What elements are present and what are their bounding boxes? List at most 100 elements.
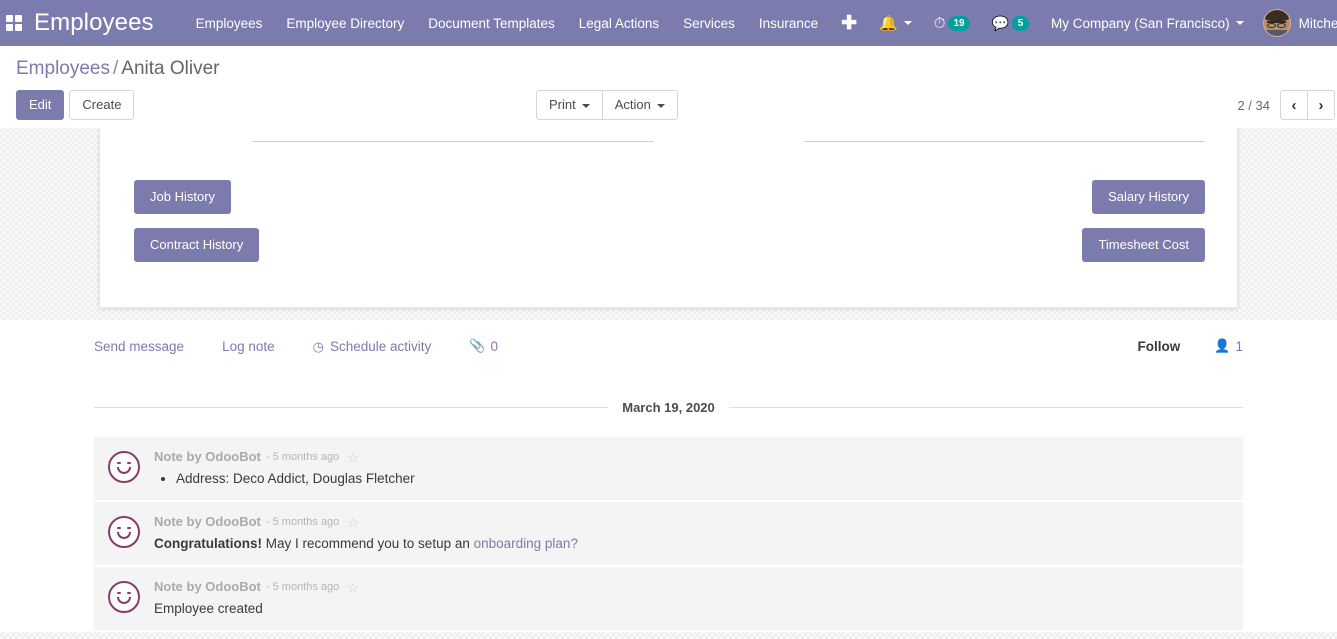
notifications-button[interactable]: 🔔	[868, 0, 923, 46]
follow-button[interactable]: Follow	[1138, 339, 1181, 354]
job-history-button[interactable]: Job History	[134, 180, 232, 214]
schedule-activity-label: Schedule activity	[329, 338, 432, 354]
bell-icon: 🔔	[879, 14, 898, 32]
message-timestamp: - 5 months ago	[265, 451, 340, 463]
followers-count-button[interactable]: 👤 1	[1214, 338, 1243, 354]
odoobot-smiley-avatar	[108, 581, 140, 613]
create-button[interactable]: Create	[69, 90, 135, 120]
avatar	[1262, 9, 1291, 37]
chevron-down-icon	[903, 21, 912, 25]
star-outline-icon[interactable]: ☆	[347, 451, 359, 464]
message-content: Congratulations! May I recommend you to …	[154, 534, 1229, 553]
clipped-field-left-input[interactable]	[252, 132, 654, 142]
star-outline-icon[interactable]: ☆	[347, 581, 359, 594]
salary-history-button[interactable]: Salary History	[1092, 180, 1205, 214]
pager-value: 2 / 34	[1237, 97, 1270, 113]
control-panel: Employees / Anita Oliver Edit Create Print…	[0, 46, 1337, 128]
message-bullet-item: Address: Deco Addict, Douglas Fletcher	[176, 469, 1229, 488]
control-panel-buttons-row: Edit Create Print Action 2 / 34 ‹ ›	[16, 90, 1335, 120]
user-icon: 👤	[1214, 338, 1231, 353]
message-list: Note by OdooBot - 5 months ago ☆ Address…	[94, 437, 1243, 632]
odoobot-smiley-avatar	[108, 451, 140, 483]
content-area: Job History Salary History Contract Hist…	[0, 128, 1337, 632]
action-label: Action	[614, 97, 651, 112]
message-timestamp: - 5 months ago	[265, 581, 340, 593]
message-timestamp: - 5 months ago	[265, 516, 340, 528]
breadcrumb-separator: /	[113, 58, 119, 79]
record-actions-group: Print Action	[536, 90, 678, 120]
app-brand-title: Employees	[34, 9, 154, 36]
message-content: Address: Deco Addict, Douglas Fletcher	[154, 469, 1229, 488]
message-author: Note by OdooBot	[154, 579, 261, 594]
date-separator: March 19, 2020	[94, 400, 1244, 415]
chevron-down-icon	[656, 103, 665, 108]
menu-item-employees[interactable]: Employees	[184, 10, 275, 37]
timesheet-cost-button[interactable]: Timesheet Cost	[1082, 228, 1205, 262]
list-item: Note by OdooBot - 5 months ago ☆ Employe…	[94, 567, 1243, 632]
clock-icon: ◷	[312, 338, 324, 354]
action-dropdown-button[interactable]: Action	[601, 90, 678, 120]
edit-button[interactable]: Edit	[16, 90, 65, 120]
chevron-down-icon	[581, 103, 590, 108]
breadcrumb-current: Anita Oliver	[121, 58, 220, 79]
message-content: Employee created	[154, 601, 263, 616]
smart-buttons-container: Job History Salary History Contract Hist…	[132, 180, 1205, 262]
apps-grid-icon[interactable]	[6, 15, 22, 31]
star-outline-icon[interactable]: ☆	[347, 516, 359, 529]
plus-icon: ✚	[841, 12, 858, 34]
user-menu[interactable]: Mitchell Admin	[1255, 0, 1337, 46]
message-author: Note by OdooBot	[154, 514, 261, 529]
log-note-button[interactable]: Log note	[222, 339, 275, 354]
clipped-field-right-label	[684, 132, 804, 142]
menu-item-legal-actions[interactable]: Legal Actions	[567, 10, 671, 37]
menu-item-insurance[interactable]: Insurance	[747, 10, 830, 37]
messaging-button[interactable]: 💬 5	[981, 0, 1040, 46]
breadcrumb-root[interactable]: Employees	[16, 58, 110, 79]
clipped-field-left-label	[132, 132, 252, 142]
attachment-count: 0	[490, 338, 498, 354]
message-plain-text: May I recommend you to setup an	[262, 536, 474, 551]
chat-bubble-icon: 💬	[991, 15, 1010, 31]
menu-item-employee-directory[interactable]: Employee Directory	[274, 10, 416, 37]
message-body: Note by OdooBot - 5 months ago ☆ Congrat…	[154, 514, 1229, 553]
schedule-activity-button[interactable]: ◷ Schedule activity	[313, 339, 432, 354]
company-switcher[interactable]: My Company (San Francisco)	[1040, 0, 1255, 46]
list-item: Note by OdooBot - 5 months ago ☆ Address…	[94, 437, 1243, 502]
menu-item-services[interactable]: Services	[671, 10, 747, 37]
message-bold-text: Congratulations!	[154, 536, 262, 551]
print-action-button-group: Print Action	[536, 90, 678, 120]
onboarding-plan-link[interactable]: onboarding plan?	[474, 536, 578, 551]
print-dropdown-button[interactable]: Print	[536, 90, 603, 120]
main-menu: Employees Employee Directory Document Te…	[184, 10, 831, 37]
print-label: Print	[549, 97, 576, 112]
record-pager: 2 / 34 ‹ ›	[1237, 90, 1335, 120]
clipped-field-right-input[interactable]	[803, 132, 1205, 142]
smart-button-row: Contract History Timesheet Cost	[132, 228, 1205, 262]
pager-previous-button[interactable]: ‹	[1280, 90, 1308, 120]
message-author: Note by OdooBot	[154, 449, 261, 464]
chatter-toolbar: Send message Log note ◷ Schedule activit…	[94, 320, 1243, 372]
contract-history-button[interactable]: Contract History	[134, 228, 260, 262]
message-header: Note by OdooBot - 5 months ago ☆	[154, 449, 1229, 465]
message-bullet-list: Address: Deco Addict, Douglas Fletcher	[154, 469, 1229, 488]
user-name-label: Mitchell Admin	[1298, 15, 1337, 31]
chatter: Send message Log note ◷ Schedule activit…	[0, 320, 1337, 632]
pager-next-button[interactable]: ›	[1307, 90, 1335, 120]
date-separator-label: March 19, 2020	[622, 400, 715, 415]
smart-button-row: Job History Salary History	[132, 180, 1205, 214]
message-body: Note by OdooBot - 5 months ago ☆ Employe…	[154, 579, 1229, 618]
menu-item-document-templates[interactable]: Document Templates	[416, 10, 567, 37]
quick-create-button[interactable]: ✚	[830, 0, 868, 46]
breadcrumb: Employees / Anita Oliver	[16, 56, 1321, 82]
attachments-button[interactable]: 📎 0	[469, 338, 498, 354]
chevron-down-icon	[1235, 21, 1244, 25]
clipped-field-left	[132, 128, 654, 142]
message-body: Note by OdooBot - 5 months ago ☆ Address…	[154, 449, 1229, 488]
apps-grid-glyph	[6, 15, 22, 31]
activities-button[interactable]: ⏱ 19	[923, 0, 981, 46]
list-item: Note by OdooBot - 5 months ago ☆ Congrat…	[94, 502, 1243, 567]
followers-area: Follow 👤 1	[1138, 338, 1243, 354]
top-navbar: Employees Employees Employee Directory D…	[0, 0, 1337, 46]
send-message-button[interactable]: Send message	[94, 339, 184, 354]
date-separator-line-left	[94, 407, 609, 408]
